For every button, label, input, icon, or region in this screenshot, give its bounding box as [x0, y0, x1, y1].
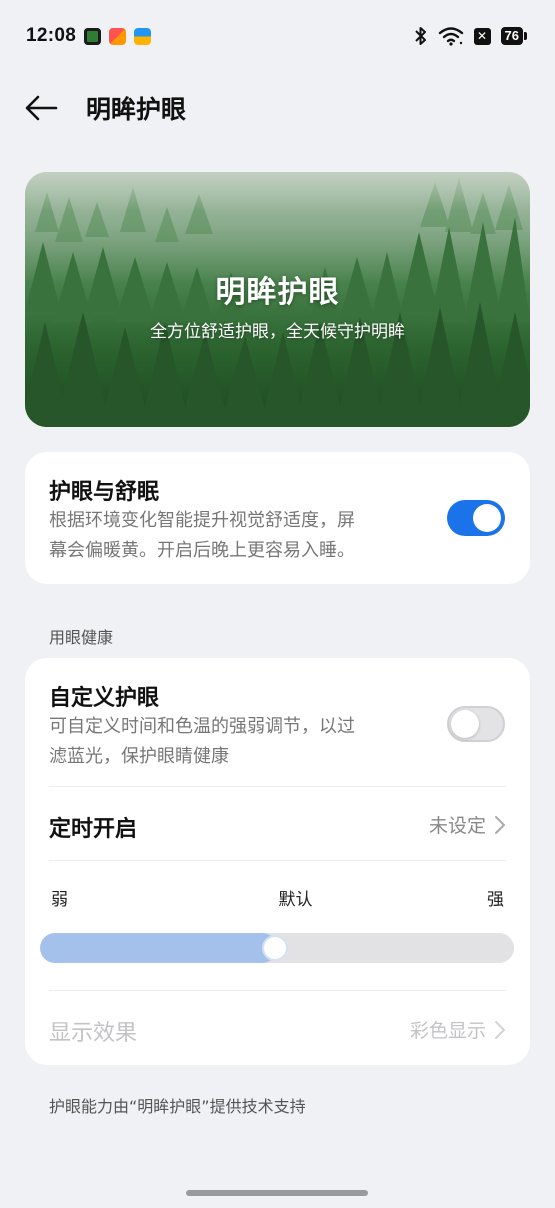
battery-icon: 76	[500, 27, 527, 45]
back-button[interactable]	[24, 88, 64, 128]
custom-eye-toggle[interactable]	[447, 706, 505, 742]
eye-sleep-desc-line2: 幕会偏暖黄。开启后晚上更容易入睡。	[49, 540, 355, 561]
wifi-icon	[438, 27, 463, 46]
toggle-knob	[473, 504, 501, 532]
status-right: ✕ 76	[414, 26, 527, 46]
eye-sleep-desc-line1: 根据环境变化智能提升视觉舒适度，屏	[49, 510, 355, 531]
nfc-icon: ✕	[473, 27, 491, 45]
intensity-labels: 弱 默认 强	[51, 885, 504, 910]
toggle-knob	[451, 710, 479, 738]
divider	[49, 860, 506, 861]
custom-eye-desc-line1: 可自定义时间和色温的强弱调节，以过	[49, 716, 355, 737]
section-label-eye-health: 用眼健康	[49, 628, 114, 647]
bluetooth-icon	[414, 27, 426, 45]
banner-title: 明眸护眼	[215, 275, 340, 310]
schedule-label: 定时开启	[49, 817, 138, 842]
page-header: 明眸护眼	[0, 78, 555, 138]
eye-sleep-toggle[interactable]	[447, 500, 505, 536]
eye-sleep-desc: 根据环境变化智能提升视觉舒适度，屏 幕会偏暖黄。开启后晚上更容易入睡。	[49, 506, 419, 566]
intensity-strong-label: 强	[487, 890, 504, 910]
status-left: 12:08	[26, 25, 152, 47]
chevron-right-icon	[495, 815, 506, 834]
eye-sleep-card: 护眼与舒眠 根据环境变化智能提升视觉舒适度，屏 幕会偏暖黄。开启后晚上更容易入睡…	[25, 452, 530, 584]
custom-eye-desc: 可自定义时间和色温的强弱调节，以过 滤蓝光，保护眼睛健康	[49, 712, 419, 772]
schedule-row[interactable]: 定时开启 未设定	[25, 787, 530, 859]
hero-banner: 明眸护眼 全方位舒适护眼，全天候守护明眸	[25, 172, 530, 427]
display-effect-value-group: 彩色显示	[410, 1016, 506, 1043]
app-icon-green	[84, 27, 102, 45]
home-indicator[interactable]	[186, 1190, 368, 1196]
intensity-slider-fill	[40, 933, 277, 963]
display-effect-value: 彩色显示	[409, 1020, 486, 1042]
display-effect-row: 显示效果 彩色显示	[25, 991, 530, 1065]
banner-subtitle: 全方位舒适护眼，全天候守护明眸	[150, 322, 405, 342]
battery-cap	[524, 32, 527, 40]
app-icon-blue	[134, 27, 152, 45]
battery-level: 76	[500, 27, 523, 45]
eye-sleep-title: 护眼与舒眠	[49, 480, 160, 505]
custom-eye-title: 自定义护眼	[49, 686, 160, 711]
custom-eye-desc-line2: 滤蓝光，保护眼睛健康	[49, 746, 229, 767]
page-title: 明眸护眼	[86, 95, 187, 124]
status-bar: 12:08 ✕ 76	[0, 0, 555, 72]
intensity-slider-thumb[interactable]	[264, 937, 286, 959]
eye-health-card: 自定义护眼 可自定义时间和色温的强弱调节，以过 滤蓝光，保护眼睛健康 定时开启 …	[25, 658, 530, 1065]
status-time: 12:08	[26, 25, 77, 46]
schedule-value-group: 未设定	[429, 811, 506, 838]
intensity-default-label: 默认	[278, 890, 313, 910]
schedule-value: 未设定	[428, 815, 486, 837]
display-effect-label: 显示效果	[49, 1021, 138, 1046]
chevron-right-icon	[495, 1020, 506, 1039]
footer-note: 护眼能力由“明眸护眼”提供技术支持	[49, 1097, 306, 1116]
intensity-weak-label: 弱	[51, 890, 68, 910]
arrow-left-icon	[25, 95, 58, 121]
banner-text: 明眸护眼 全方位舒适护眼，全天候守护明眸	[25, 267, 530, 342]
app-icon-orange	[109, 27, 127, 45]
custom-eye-row[interactable]: 自定义护眼 可自定义时间和色温的强弱调节，以过 滤蓝光，保护眼睛健康	[25, 658, 530, 786]
